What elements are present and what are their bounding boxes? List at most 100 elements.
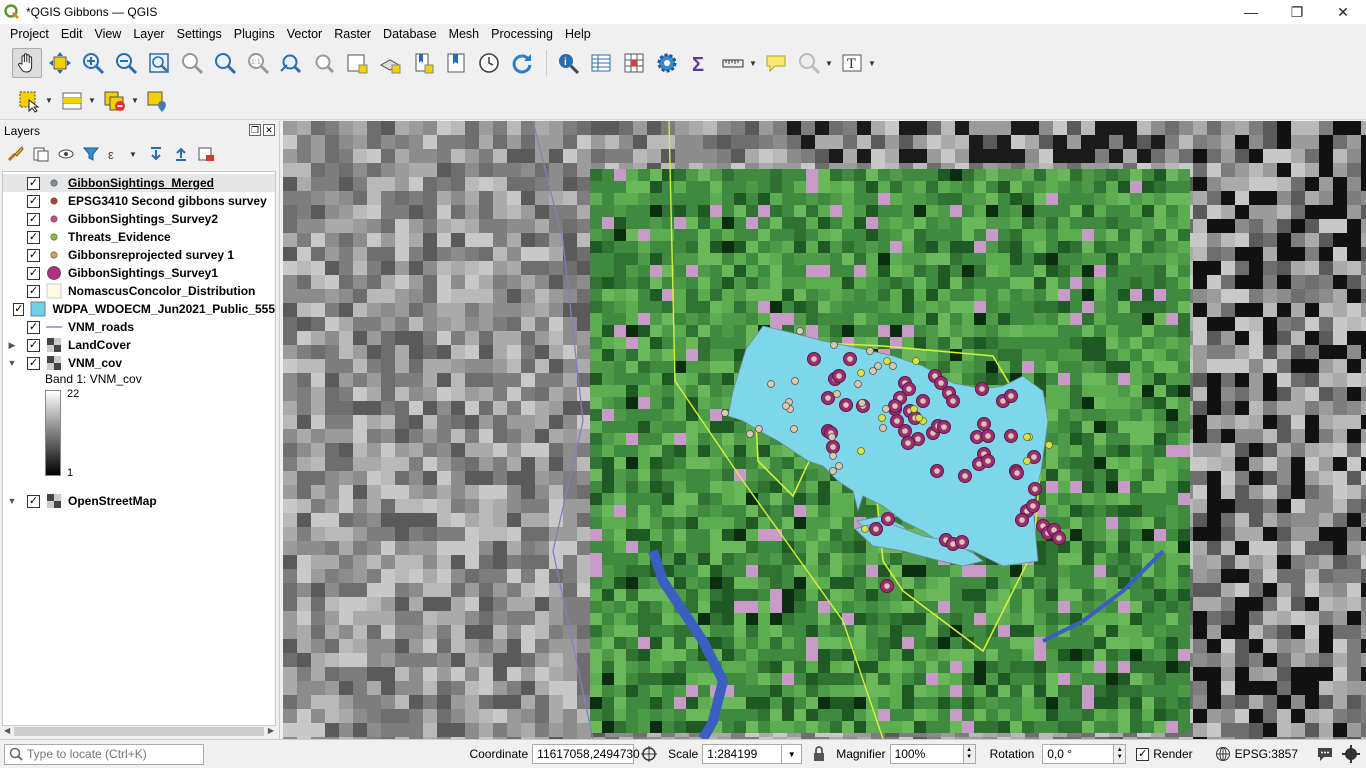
menu-edit[interactable]: Edit — [55, 27, 89, 41]
select-dropdown-arrow[interactable]: ▼ — [45, 96, 53, 105]
menu-mesh[interactable]: Mesh — [443, 27, 486, 41]
layer-visibility-checkbox[interactable]: ✓ — [27, 356, 40, 370]
deselect-all-button[interactable] — [100, 86, 130, 116]
deselect-dropdown-arrow[interactable]: ▼ — [131, 96, 139, 105]
zoom-in-button[interactable] — [78, 48, 108, 78]
minimize-button[interactable]: — — [1228, 0, 1274, 24]
menu-database[interactable]: Database — [377, 27, 443, 41]
layer-row-gibbonsightings-survey2[interactable]: ✓ GibbonSightings_Survey2 — [3, 210, 275, 228]
pan-tool-button[interactable] — [12, 48, 42, 78]
landcover-cell — [866, 229, 878, 241]
show-bookmarks-button[interactable] — [441, 48, 471, 78]
layers-horizontal-scrollbar[interactable]: ◀ ▶ — [2, 725, 276, 737]
zoom-next-button[interactable] — [309, 48, 339, 78]
menu-help[interactable]: Help — [559, 27, 597, 41]
field-calculator-button[interactable] — [619, 48, 649, 78]
zoom-to-layer-button[interactable] — [210, 48, 240, 78]
layer-visibility-checkbox[interactable]: ✓ — [27, 194, 40, 208]
close-panel-button[interactable]: ✕ — [263, 124, 275, 136]
expand-toggle[interactable]: ▼ — [5, 358, 19, 368]
select-location-button[interactable] — [143, 86, 173, 116]
menu-view[interactable]: View — [88, 27, 127, 41]
select-by-location-button[interactable] — [794, 48, 824, 78]
landcover-cell — [590, 169, 602, 181]
new-3d-view-button[interactable] — [375, 48, 405, 78]
menu-project[interactable]: Project — [4, 27, 55, 41]
layer-visibility-checkbox[interactable]: ✓ — [27, 248, 40, 262]
expand-toggle[interactable]: ▶ — [5, 340, 19, 351]
layer-visibility-checkbox[interactable]: ✓ — [27, 266, 40, 280]
maximize-button[interactable]: ❐ — [1274, 0, 1320, 24]
float-panel-button[interactable]: ❐ — [249, 124, 261, 136]
measure-dropdown-arrow[interactable]: ▼ — [749, 59, 757, 68]
layer-row-gibbonsightings-merged[interactable]: ✓ GibbonSightings_Merged — [3, 174, 275, 192]
add-group-button[interactable] — [31, 144, 51, 164]
collapse-all-button[interactable] — [171, 144, 191, 164]
layer-row-epsg3410-second-gibbons-survey[interactable]: ✓ EPSG3410 Second gibbons survey — [3, 192, 275, 210]
layer-row-gibbonsreprojected-survey-1[interactable]: ✓ Gibbonsreprojected survey 1 — [3, 246, 275, 264]
layer-visibility-checkbox[interactable]: ✓ — [27, 494, 40, 508]
new-spatial-bookmark-button[interactable] — [408, 48, 438, 78]
landcover-cell — [662, 409, 674, 421]
layer-visibility-checkbox[interactable]: ✓ — [27, 230, 40, 244]
coverage-cell — [395, 331, 409, 345]
menu-layer[interactable]: Layer — [127, 27, 170, 41]
filter-legend-button[interactable] — [81, 144, 101, 164]
menu-plugins[interactable]: Plugins — [228, 27, 281, 41]
filter-expression-dropdown[interactable]: ▼ — [129, 150, 137, 159]
menu-vector[interactable]: Vector — [281, 27, 328, 41]
layer-visibility-checkbox[interactable]: ✓ — [27, 338, 40, 352]
filter-expression-button[interactable]: ε — [106, 144, 126, 164]
layer-visibility-checkbox[interactable]: ✓ — [13, 302, 25, 316]
select-by-value-button[interactable] — [57, 86, 87, 116]
select-value-dropdown-arrow[interactable]: ▼ — [88, 96, 96, 105]
layer-row-openstreetmap[interactable]: ▼ ✓ OpenStreetMap — [3, 492, 275, 510]
layer-row-wdpa-wdoecm-jun2021-public-555[interactable]: ✓ WDPA_WDOECM_Jun2021_Public_555 — [3, 300, 275, 318]
zoom-full-button[interactable] — [144, 48, 174, 78]
coverage-cell — [941, 135, 955, 149]
map-canvas[interactable] — [283, 121, 1366, 739]
layer-row-landcover[interactable]: ▶ ✓ LandCover — [3, 336, 275, 354]
temporal-controller-button[interactable] — [474, 48, 504, 78]
coverage-cell — [549, 401, 563, 415]
style-manager-button[interactable] — [6, 144, 26, 164]
layer-row-vnm-cov[interactable]: ▼ ✓ VNM_cov — [3, 354, 275, 372]
manage-visibility-button[interactable] — [56, 144, 76, 164]
pan-to-selection-button[interactable] — [45, 48, 75, 78]
zoom-last-button[interactable] — [276, 48, 306, 78]
layer-row-vnm-roads[interactable]: ✓ VNM_roads — [3, 318, 275, 336]
layer-visibility-checkbox[interactable]: ✓ — [27, 320, 40, 334]
layer-row-threats-evidence[interactable]: ✓ Threats_Evidence — [3, 228, 275, 246]
expand-all-button[interactable] — [146, 144, 166, 164]
refresh-button[interactable] — [507, 48, 537, 78]
coverage-cell — [1039, 149, 1053, 163]
annotation-dropdown-arrow[interactable]: ▼ — [868, 59, 876, 68]
zoom-to-selection-button[interactable] — [177, 48, 207, 78]
layer-row-nomascusconcolor-distribution[interactable]: ✓ NomascusConcolor_Distribution — [3, 282, 275, 300]
coverage-cell — [563, 219, 577, 233]
map-tips-button[interactable] — [761, 48, 791, 78]
coverage-cell — [297, 219, 311, 233]
new-map-view-button[interactable] — [342, 48, 372, 78]
text-annotation-button[interactable]: T — [837, 48, 867, 78]
coverage-cell — [409, 611, 423, 625]
remove-layer-button[interactable] — [196, 144, 216, 164]
menu-settings[interactable]: Settings — [171, 27, 228, 41]
select-features-button[interactable] — [14, 86, 44, 116]
expand-toggle[interactable]: ▼ — [5, 496, 19, 506]
zoom-out-button[interactable] — [111, 48, 141, 78]
menu-raster[interactable]: Raster — [328, 27, 377, 41]
close-button[interactable]: ✕ — [1320, 0, 1366, 24]
menu-processing[interactable]: Processing — [485, 27, 559, 41]
layer-row-gibbonsightings-survey1[interactable]: ✓ GibbonSightings_Survey1 — [3, 264, 275, 282]
statistical-summary-button[interactable]: Σ — [685, 48, 715, 78]
identify-features-button[interactable]: i — [553, 48, 583, 78]
layer-visibility-checkbox[interactable]: ✓ — [27, 176, 40, 190]
open-attribute-table-button[interactable] — [586, 48, 616, 78]
select-location-dropdown-arrow[interactable]: ▼ — [825, 59, 833, 68]
processing-toolbox-button[interactable] — [652, 48, 682, 78]
layer-visibility-checkbox[interactable]: ✓ — [27, 212, 40, 226]
zoom-native-button[interactable]: 1:1 — [243, 48, 273, 78]
layer-visibility-checkbox[interactable]: ✓ — [27, 284, 40, 298]
measure-line-button[interactable] — [718, 48, 748, 78]
